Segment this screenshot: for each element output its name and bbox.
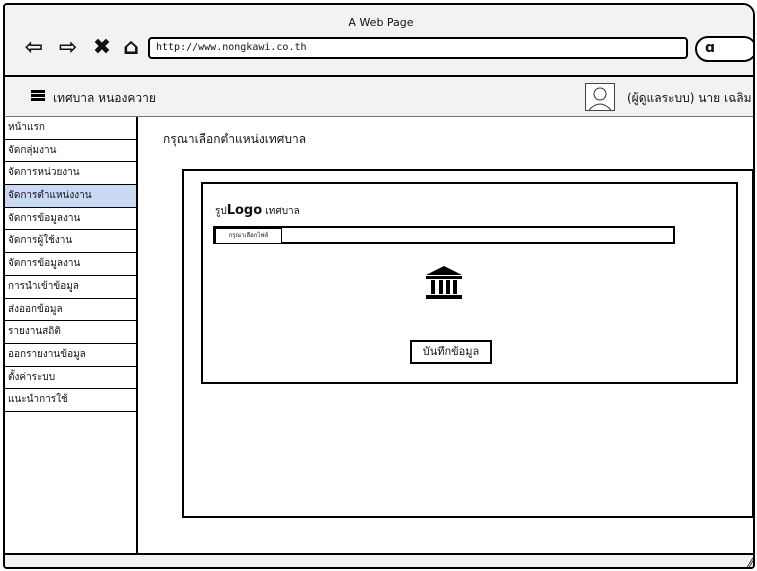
app-brand: เทศบาล หนองควาย: [53, 91, 156, 105]
sidebar-item-statistics[interactable]: รายงานสถิติ: [5, 321, 136, 344]
save-button[interactable]: บันทึกข้อมูล: [410, 340, 492, 364]
close-icon[interactable]: ✖: [87, 32, 117, 62]
sidebar-item-export[interactable]: ส่งออกข้อมูล: [5, 299, 136, 322]
user-avatar-icon[interactable]: [585, 83, 615, 111]
logo-field-label: รูปLogo เทศบาล: [215, 203, 300, 219]
sidebar-item-job-data-2[interactable]: จัดการข้อมูลงาน: [5, 253, 136, 276]
logo-label-prefix: รูป: [215, 206, 227, 217]
window-title: A Web Page: [348, 16, 414, 29]
sidebar-item-settings[interactable]: ตั้งค่าระบบ: [5, 367, 136, 390]
resize-handle-icon[interactable]: ⁄⁄: [749, 556, 753, 567]
user-role-label: (ผู้ดูแลระบบ) นาย เฉลิม: [627, 91, 752, 105]
sidebar-item-home[interactable]: หน้าแรก: [5, 117, 136, 140]
logo-label-logo: Logo: [226, 203, 263, 218]
status-bar: ⁄⁄: [5, 553, 753, 567]
sidebar-item-reports[interactable]: ออกรายงานข้อมูล: [5, 344, 136, 367]
sidebar-item-work-groups[interactable]: จัดกลุ่มงาน: [5, 140, 136, 163]
search-icon: ɑ: [705, 40, 716, 56]
file-input[interactable]: [213, 226, 675, 244]
page-title: กรุณาเลือกตำแหน่งเทศบาล: [163, 132, 307, 146]
sidebar-item-guide[interactable]: แนะนำการใช้: [5, 389, 136, 412]
sidebar-item-import[interactable]: การนำเข้าข้อมูล: [5, 276, 136, 299]
logo-label-suffix: เทศบาล: [262, 206, 300, 217]
forward-arrow-icon[interactable]: ⇨: [53, 32, 83, 62]
search-button[interactable]: ɑ: [695, 36, 753, 62]
sidebar-item-positions[interactable]: จัดการตำแหน่งงาน: [5, 185, 136, 208]
menu-icon[interactable]: [31, 90, 45, 101]
back-arrow-icon[interactable]: ⇦: [19, 32, 49, 62]
sidebar-item-users[interactable]: จัดการผู้ใช้งาน: [5, 230, 136, 254]
sidebar-item-job-data[interactable]: จัดการข้อมูลงาน: [5, 208, 136, 231]
sidebar: หน้าแรก จัดกลุ่มงาน จัดการหน่วยงาน จัดกา…: [5, 117, 138, 553]
choose-file-button[interactable]: กรุณาเลือกไฟล์: [215, 228, 282, 244]
home-icon[interactable]: ⌂: [116, 32, 146, 62]
government-building-icon: [426, 266, 462, 299]
browser-toolbar: A Web Page ⇦ ⇨ ✖ ⌂ http://www.nongkawi.c…: [5, 5, 753, 77]
url-input[interactable]: http://www.nongkawi.co.th: [148, 37, 688, 59]
sidebar-item-departments[interactable]: จัดการหน่วยงาน: [5, 162, 136, 186]
avatar-graphic: [588, 87, 612, 110]
app-header: เทศบาล หนองควาย (ผู้ดูแลระบบ) นาย เฉลิม: [5, 77, 753, 117]
